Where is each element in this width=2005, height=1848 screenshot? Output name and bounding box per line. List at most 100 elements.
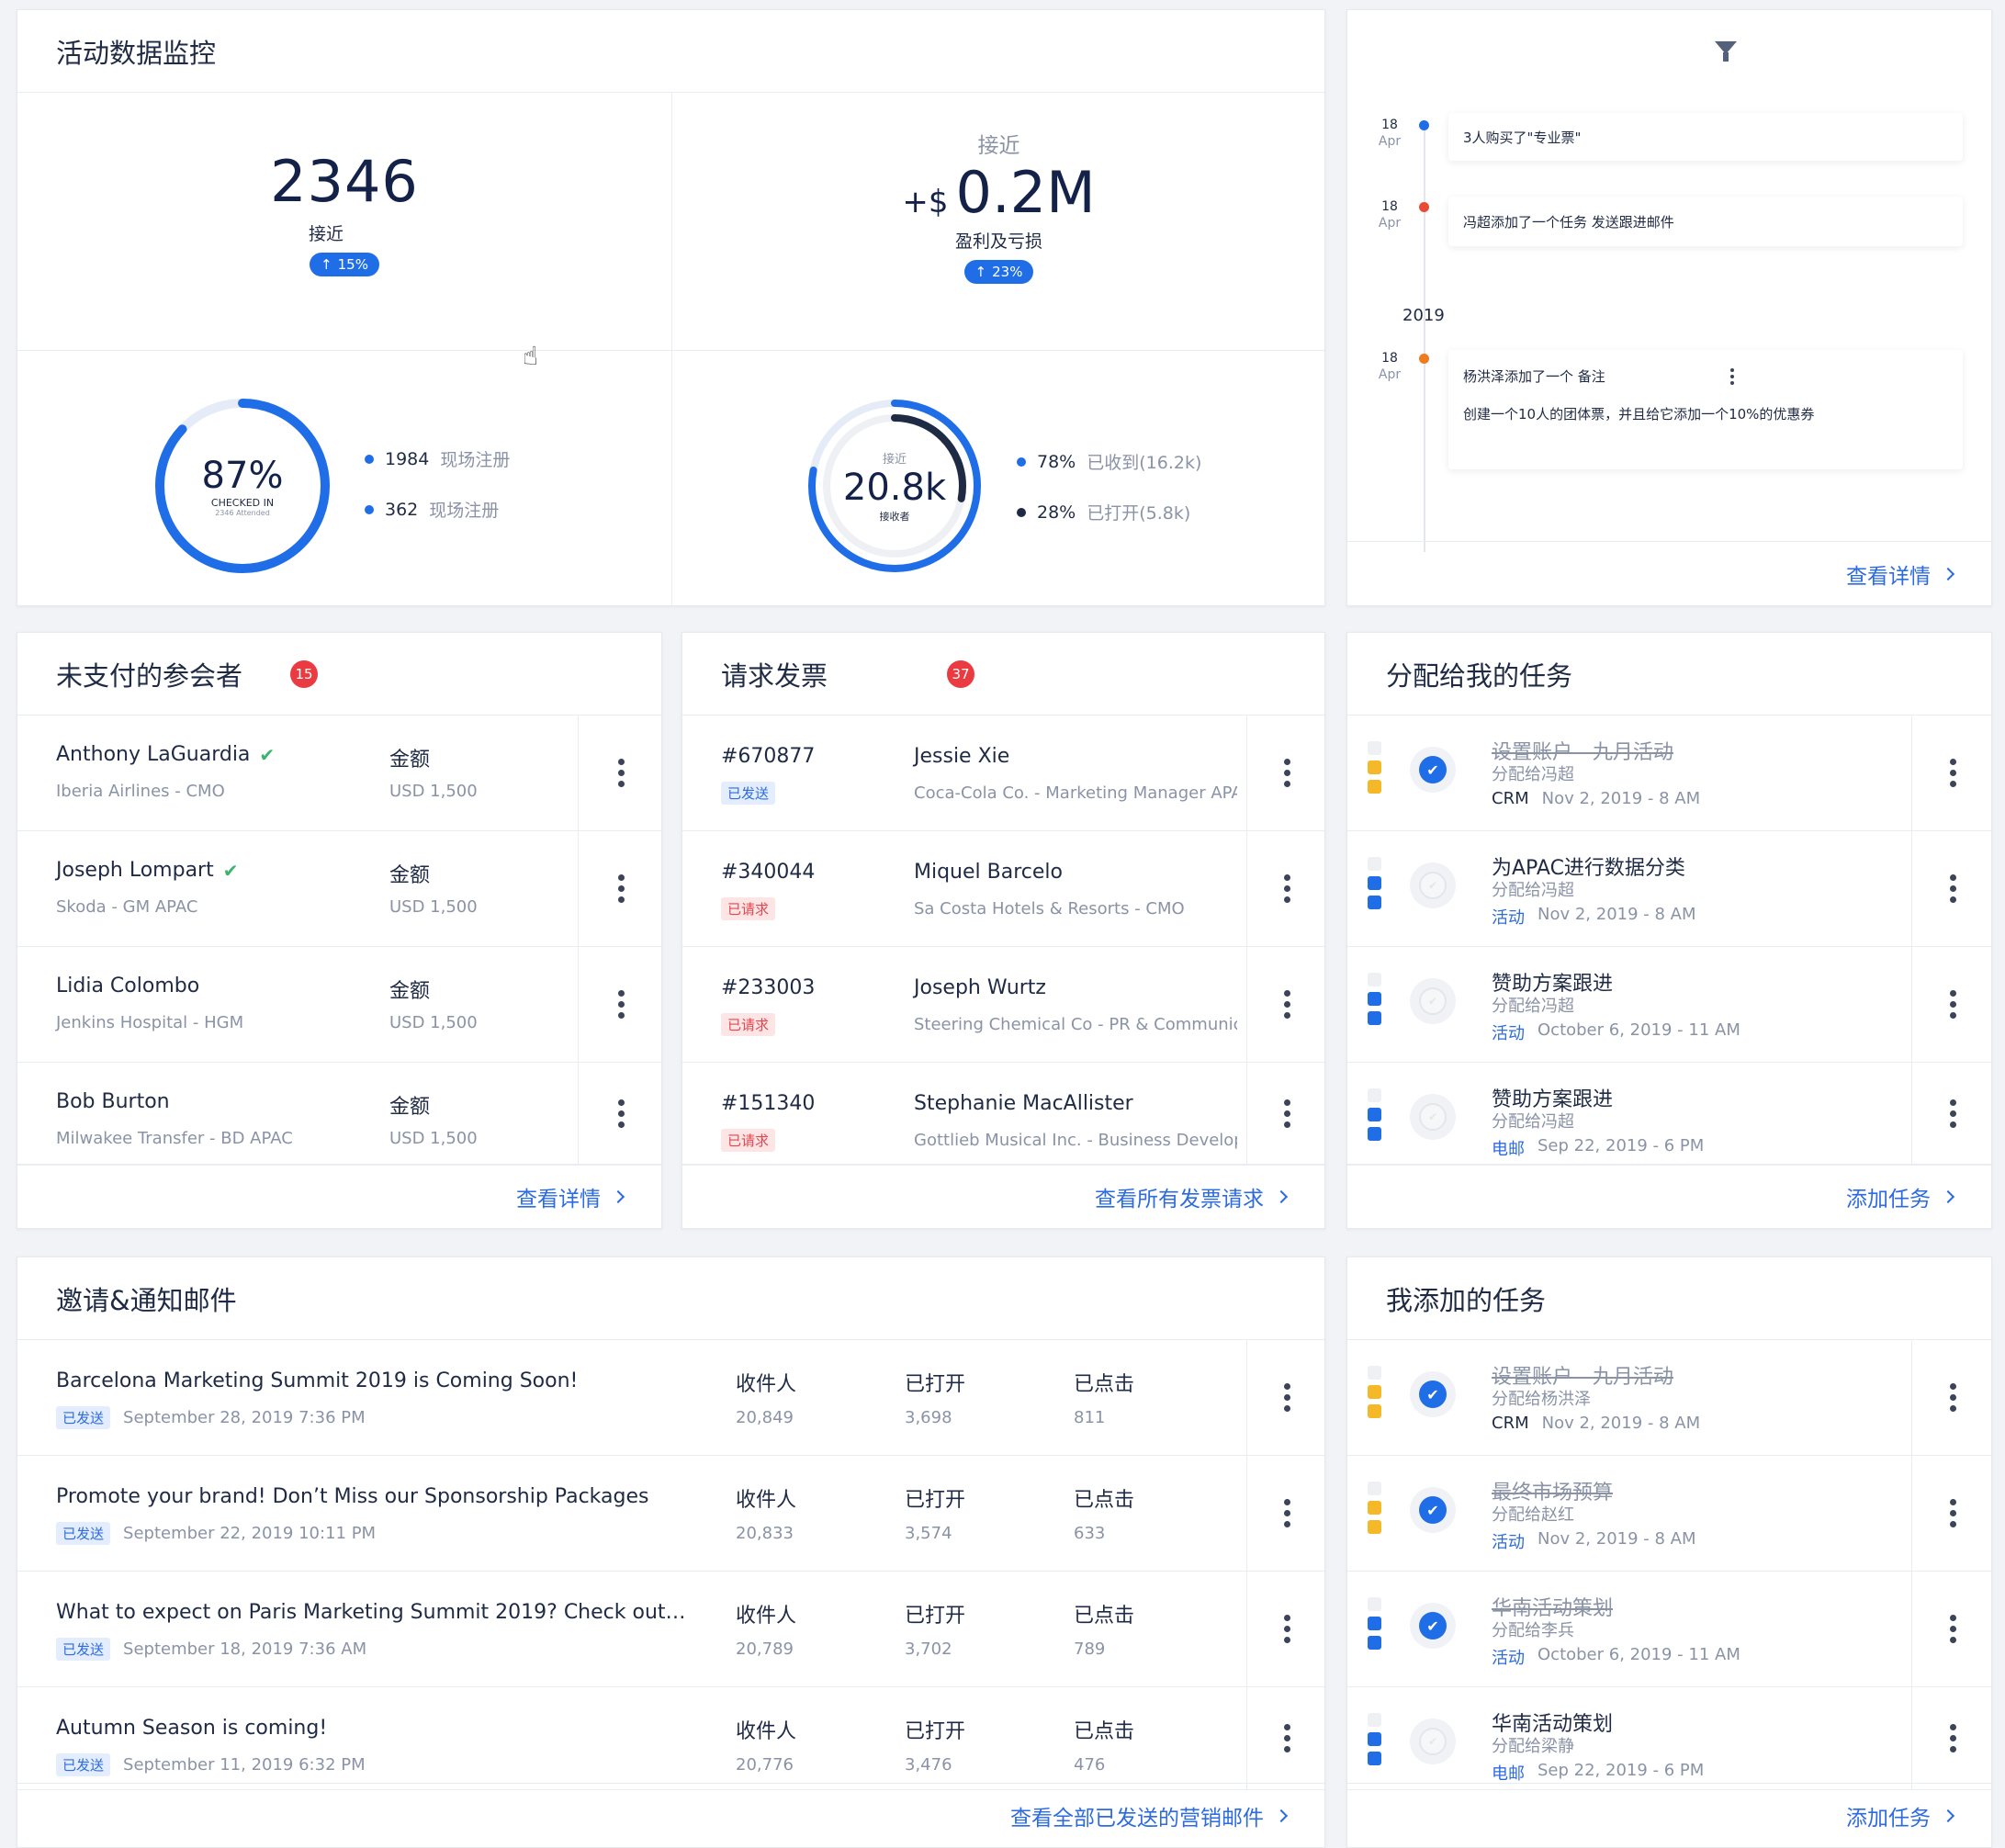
- more-options-icon[interactable]: [616, 874, 625, 903]
- more-options-icon[interactable]: [1948, 1724, 1957, 1752]
- more-options-button[interactable]: [1246, 716, 1324, 830]
- more-options-icon[interactable]: [1948, 1099, 1957, 1128]
- task-complete-toggle[interactable]: ✔: [1410, 1603, 1456, 1649]
- invoice-row[interactable]: #151340 已请求 Stephanie MacAllister Gottli…: [682, 1063, 1324, 1166]
- email-subject[interactable]: Promote your brand! Don’t Miss our Spons…: [56, 1485, 648, 1508]
- attendee-row[interactable]: Joseph Lompart ✔ Skoda - GM APAC 金额 USD …: [17, 831, 661, 947]
- more-options-icon[interactable]: [1282, 1383, 1291, 1412]
- timeline-entry[interactable]: 3人购买了"专业票": [1448, 113, 1963, 161]
- invoice-id[interactable]: #670877: [721, 745, 815, 768]
- more-options-button[interactable]: [1246, 831, 1324, 946]
- add-task-link[interactable]: 添加任务: [1846, 1181, 1955, 1212]
- view-details-link[interactable]: 查看详情: [1846, 558, 1955, 590]
- task-row[interactable]: ✔ 华南活动策划 分配给梁静 电邮 Sep 22, 2019 - 6 PM: [1347, 1687, 1991, 1790]
- timeline-entry[interactable]: 杨洪泽添加了一个 备注 创建一个10人的团体票，并且给它添加一个10%的优惠券: [1448, 350, 1963, 469]
- more-options-icon[interactable]: [1282, 1615, 1291, 1643]
- chevron-right-icon: [1274, 1809, 1289, 1822]
- task-complete-toggle[interactable]: ✔: [1410, 1094, 1456, 1140]
- view-all-invoices-link[interactable]: 查看所有发票请求: [1095, 1181, 1289, 1212]
- timeline-entry[interactable]: 冯超添加了一个任务 发送跟进邮件: [1448, 197, 1963, 246]
- task-complete-toggle[interactable]: ✔: [1410, 747, 1456, 793]
- timeline-line: [1424, 122, 1425, 552]
- more-options-icon[interactable]: [1728, 367, 1737, 385]
- email-row[interactable]: Barcelona Marketing Summit 2019 is Comin…: [17, 1340, 1324, 1456]
- invoice-row[interactable]: #670877 已发送 Jessie Xie Coca-Cola Co. - M…: [682, 716, 1324, 831]
- more-options-button[interactable]: [1246, 1687, 1324, 1789]
- more-options-button[interactable]: [578, 831, 661, 946]
- more-options-icon[interactable]: [1282, 1499, 1291, 1527]
- card-footer: 添加任务: [1347, 1783, 1991, 1847]
- more-options-icon[interactable]: [1282, 1099, 1291, 1128]
- attendee-name[interactable]: Bob Burton: [56, 1090, 170, 1113]
- task-row[interactable]: ✔ 华南活动策划 分配给李兵 活动 October 6, 2019 - 11 A…: [1347, 1572, 1991, 1687]
- attendee-name[interactable]: Joseph Lompart: [56, 859, 214, 882]
- timeline-year: 2019: [1402, 306, 1445, 325]
- more-options-button[interactable]: [1246, 1456, 1324, 1571]
- more-options-button[interactable]: [1911, 1456, 1991, 1571]
- clicked-value: 633: [1074, 1524, 1106, 1543]
- more-options-button[interactable]: [1911, 947, 1991, 1062]
- attendee-row[interactable]: Anthony LaGuardia ✔ Iberia Airlines - CM…: [17, 716, 661, 831]
- emails-card: 邀请&通知邮件 Barcelona Marketing Summit 2019 …: [17, 1256, 1325, 1848]
- email-row[interactable]: Autumn Season is coming! 已发送 September 1…: [17, 1687, 1324, 1790]
- task-complete-toggle[interactable]: ✔: [1410, 1371, 1456, 1417]
- more-options-icon[interactable]: [1282, 1724, 1291, 1752]
- more-options-button[interactable]: [1911, 1572, 1991, 1686]
- task-row[interactable]: ✔ 最终市场预算 分配给赵红 活动 Nov 2, 2019 - 8 AM: [1347, 1456, 1991, 1572]
- more-options-button[interactable]: [578, 716, 661, 830]
- more-options-button[interactable]: [578, 947, 661, 1062]
- invoice-id[interactable]: #233003: [721, 976, 815, 999]
- more-options-button[interactable]: [1911, 831, 1991, 946]
- more-options-button[interactable]: [1246, 1340, 1324, 1455]
- more-options-icon[interactable]: [1948, 1615, 1957, 1643]
- task-row[interactable]: ✔ 为APAC进行数据分类 分配给冯超 活动 Nov 2, 2019 - 8 A…: [1347, 831, 1991, 947]
- task-row[interactable]: ✔ 赞助方案跟进 分配给冯超 活动 October 6, 2019 - 11 A…: [1347, 947, 1991, 1063]
- more-options-icon[interactable]: [616, 1099, 625, 1128]
- attendee-row[interactable]: Lidia Colombo Jenkins Hospital - HGM 金额 …: [17, 947, 661, 1063]
- attendee-name[interactable]: Lidia Colombo: [56, 975, 199, 997]
- more-options-icon[interactable]: [1948, 1499, 1957, 1527]
- task-row[interactable]: ✔ 赞助方案跟进 分配给冯超 电邮 Sep 22, 2019 - 6 PM: [1347, 1063, 1991, 1166]
- task-complete-toggle[interactable]: ✔: [1410, 1487, 1456, 1533]
- view-sent-emails-link[interactable]: 查看全部已发送的营销邮件: [1010, 1800, 1289, 1831]
- task-complete-toggle[interactable]: ✔: [1410, 978, 1456, 1024]
- email-subject[interactable]: What to expect on Paris Marketing Summit…: [56, 1601, 686, 1624]
- email-row[interactable]: Promote your brand! Don’t Miss our Spons…: [17, 1456, 1324, 1572]
- more-options-button[interactable]: [1911, 1340, 1991, 1455]
- invoice-id[interactable]: #340044: [721, 861, 815, 884]
- task-row[interactable]: ✔ 设置账户 - 九月活动 分配给冯超 CRM Nov 2, 2019 - 8 …: [1347, 716, 1991, 831]
- more-options-icon[interactable]: [1282, 990, 1291, 1019]
- more-options-button[interactable]: [578, 1063, 661, 1165]
- assigned-tasks-card: 分配给我的任务 ✔ 设置账户 - 九月活动 分配给冯超 CRM Nov 2, 2…: [1346, 632, 1992, 1229]
- attendee-row[interactable]: Bob Burton Milwakee Transfer - BD APAC 金…: [17, 1063, 661, 1166]
- more-options-icon[interactable]: [1948, 759, 1957, 787]
- task-complete-toggle[interactable]: ✔: [1410, 862, 1456, 908]
- attendee-name[interactable]: Anthony LaGuardia: [56, 743, 250, 766]
- task-date: Sep 22, 2019 - 6 PM: [1538, 1761, 1705, 1780]
- more-options-button[interactable]: [1911, 1063, 1991, 1165]
- activity-monitor-card: 活动数据监控 2346 接近 ↑ 15% ☝ 接近 +$ 0.2M 盈利及亏损 ↑…: [17, 9, 1325, 606]
- more-options-button[interactable]: [1246, 1063, 1324, 1165]
- email-row[interactable]: What to expect on Paris Marketing Summit…: [17, 1572, 1324, 1687]
- more-options-icon[interactable]: [616, 990, 625, 1019]
- email-subject[interactable]: Barcelona Marketing Summit 2019 is Comin…: [56, 1369, 578, 1392]
- invoice-row[interactable]: #340044 已请求 Miquel Barcelo Sa Costa Hote…: [682, 831, 1324, 947]
- more-options-button[interactable]: [1246, 947, 1324, 1062]
- invoice-row[interactable]: #233003 已请求 Joseph Wurtz Steering Chemic…: [682, 947, 1324, 1063]
- task-row[interactable]: ✔ 设置账户 - 九月活动 分配给杨洪泽 CRM Nov 2, 2019 - 8…: [1347, 1340, 1991, 1456]
- more-options-icon[interactable]: [616, 759, 625, 787]
- view-details-link[interactable]: 查看详情: [516, 1181, 625, 1212]
- more-options-icon[interactable]: [1948, 990, 1957, 1019]
- email-status-badge: 已发送: [56, 1638, 111, 1661]
- more-options-icon[interactable]: [1282, 759, 1291, 787]
- more-options-button[interactable]: [1911, 1687, 1991, 1789]
- more-options-button[interactable]: [1246, 1572, 1324, 1686]
- more-options-button[interactable]: [1911, 716, 1991, 830]
- email-subject[interactable]: Autumn Season is coming!: [56, 1717, 327, 1740]
- add-task-link[interactable]: 添加任务: [1846, 1800, 1955, 1831]
- more-options-icon[interactable]: [1948, 1383, 1957, 1412]
- more-options-icon[interactable]: [1282, 874, 1291, 903]
- invoice-id[interactable]: #151340: [721, 1092, 815, 1115]
- task-complete-toggle[interactable]: ✔: [1410, 1718, 1456, 1764]
- more-options-icon[interactable]: [1948, 874, 1957, 903]
